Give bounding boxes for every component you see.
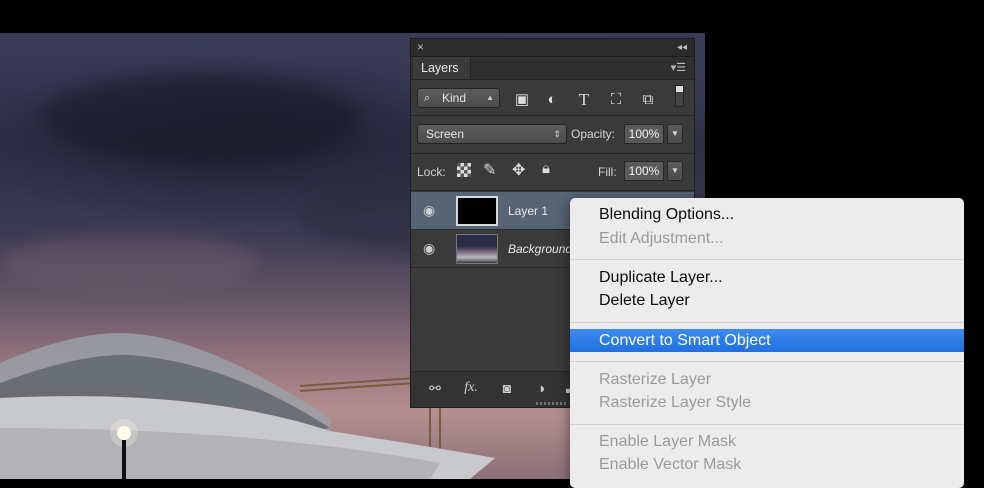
fx-icon[interactable]: fx.: [461, 379, 481, 397]
lock-all-icon[interactable]: 🔒︎: [542, 160, 550, 177]
menu-separator: [570, 424, 964, 425]
layer-name: Layer 1: [508, 204, 549, 218]
close-icon[interactable]: ×: [417, 40, 424, 55]
image-filter-icon[interactable]: ▣: [513, 91, 531, 109]
panel-tab-row: Layers ▾☰: [411, 57, 694, 80]
dome-body-shade: [0, 428, 440, 479]
filter-toggle-icon[interactable]: [675, 85, 684, 107]
filter-kind-label: Kind: [442, 91, 467, 105]
blend-mode-select[interactable]: Screen ⇕: [417, 124, 567, 144]
blend-mode-value: Screen: [426, 127, 465, 141]
fill-label: Fill:: [598, 165, 617, 179]
layer-context-menu: Blending Options... Edit Adjustment... D…: [570, 198, 964, 488]
menu-item-delete-layer[interactable]: Delete Layer: [570, 289, 964, 312]
collapse-panel-icon[interactable]: ◂◂: [677, 40, 687, 55]
menu-separator: [570, 259, 964, 260]
menu-item-enable-vector-mask[interactable]: Enable Vector Mask: [570, 453, 964, 476]
panel-menu-icon[interactable]: ▾☰: [671, 61, 686, 74]
visibility-eye-icon[interactable]: ◉: [423, 241, 441, 255]
select-arrows-icon: ⇕: [553, 129, 561, 139]
menu-item-duplicate-layer[interactable]: Duplicate Layer...: [570, 266, 964, 289]
smart-object-filter-icon[interactable]: ⧉: [639, 91, 657, 109]
opacity-dropdown-button[interactable]: ▼: [667, 124, 683, 144]
adjustment-filter-icon[interactable]: ◐: [543, 91, 561, 109]
link-layers-icon[interactable]: ⚯: [425, 379, 445, 397]
stepper-arrows-icon: ▲: [486, 93, 494, 102]
opacity-field[interactable]: 100%: [624, 124, 664, 144]
shape-filter-icon[interactable]: ⛶: [607, 91, 625, 109]
divider: [411, 115, 694, 116]
menu-item-blending-options[interactable]: Blending Options...: [570, 203, 964, 226]
divider: [411, 153, 694, 154]
menu-item-rasterize-layer-style[interactable]: Rasterize Layer Style: [570, 391, 964, 414]
lock-image-pixels-icon[interactable]: ✎: [483, 160, 496, 180]
lamp-post: [122, 440, 126, 479]
layer-thumbnail: [456, 234, 498, 264]
layer-name: Background: [508, 242, 573, 256]
menu-separator: [570, 322, 964, 323]
layer-thumbnail: [456, 196, 498, 226]
lock-label: Lock:: [417, 165, 446, 179]
menu-separator: [570, 361, 964, 362]
search-icon: ⌕: [424, 92, 431, 104]
divider: [411, 190, 694, 191]
menu-item-enable-layer-mask[interactable]: Enable Layer Mask: [570, 430, 964, 453]
layer-mask-icon[interactable]: ◙: [497, 379, 517, 397]
visibility-eye-icon[interactable]: ◉: [423, 203, 441, 217]
fill-dropdown-button[interactable]: ▼: [667, 161, 683, 181]
fill-field[interactable]: 100%: [624, 161, 664, 181]
adjustment-layer-icon[interactable]: ◑: [531, 379, 551, 397]
lock-position-icon[interactable]: ✥: [512, 160, 525, 180]
panel-title-bar: × ◂◂: [411, 39, 694, 57]
menu-item-rasterize-layer[interactable]: Rasterize Layer: [570, 368, 964, 391]
type-filter-icon[interactable]: T: [575, 91, 593, 109]
resize-grip[interactable]: [536, 402, 566, 405]
tab-layers[interactable]: Layers: [413, 57, 471, 79]
opacity-label: Opacity:: [571, 127, 616, 141]
menu-item-edit-adjustment[interactable]: Edit Adjustment...: [570, 227, 964, 250]
lock-transparent-pixels-icon[interactable]: [457, 163, 471, 177]
filter-kind-select[interactable]: ⌕ Kind ▲: [417, 88, 500, 108]
menu-item-convert-to-smart-object[interactable]: Convert to Smart Object: [570, 329, 964, 352]
